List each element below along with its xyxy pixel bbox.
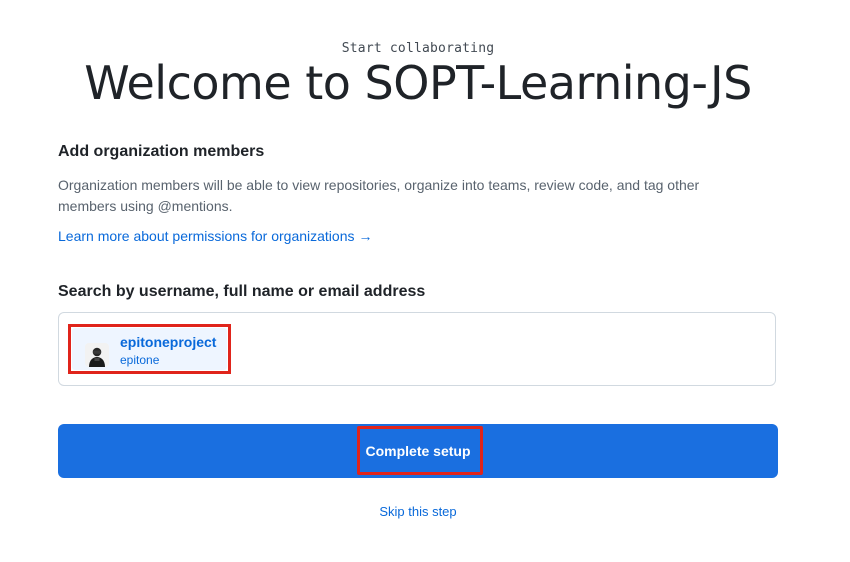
learn-more-permissions-link[interactable]: Learn more about permissions for organiz…: [58, 228, 373, 244]
complete-setup-label: Complete setup: [365, 443, 471, 459]
member-username[interactable]: epitoneproject: [120, 334, 216, 350]
arrow-right-icon: →: [358, 228, 373, 244]
complete-setup-button[interactable]: Complete setup: [58, 424, 778, 478]
search-label: Search by username, full name or email a…: [58, 283, 426, 300]
page-title: Welcome to SOPT-Learning-JS: [84, 56, 752, 110]
page-kicker: Start collaborating: [341, 41, 495, 56]
section-heading: Add organization members: [58, 143, 265, 160]
avatar: [85, 343, 109, 367]
learn-more-label: Learn more about permissions for organiz…: [58, 228, 355, 244]
member-full-name: epitone: [120, 353, 160, 367]
user-avatar-icon: [85, 343, 109, 367]
selected-member-chip[interactable]: epitoneproject epitone: [68, 324, 231, 374]
skip-step-link[interactable]: Skip this step: [0, 504, 836, 519]
member-search-field[interactable]: epitoneproject epitone: [58, 312, 776, 386]
section-description: Organization members will be able to vie…: [58, 177, 700, 214]
